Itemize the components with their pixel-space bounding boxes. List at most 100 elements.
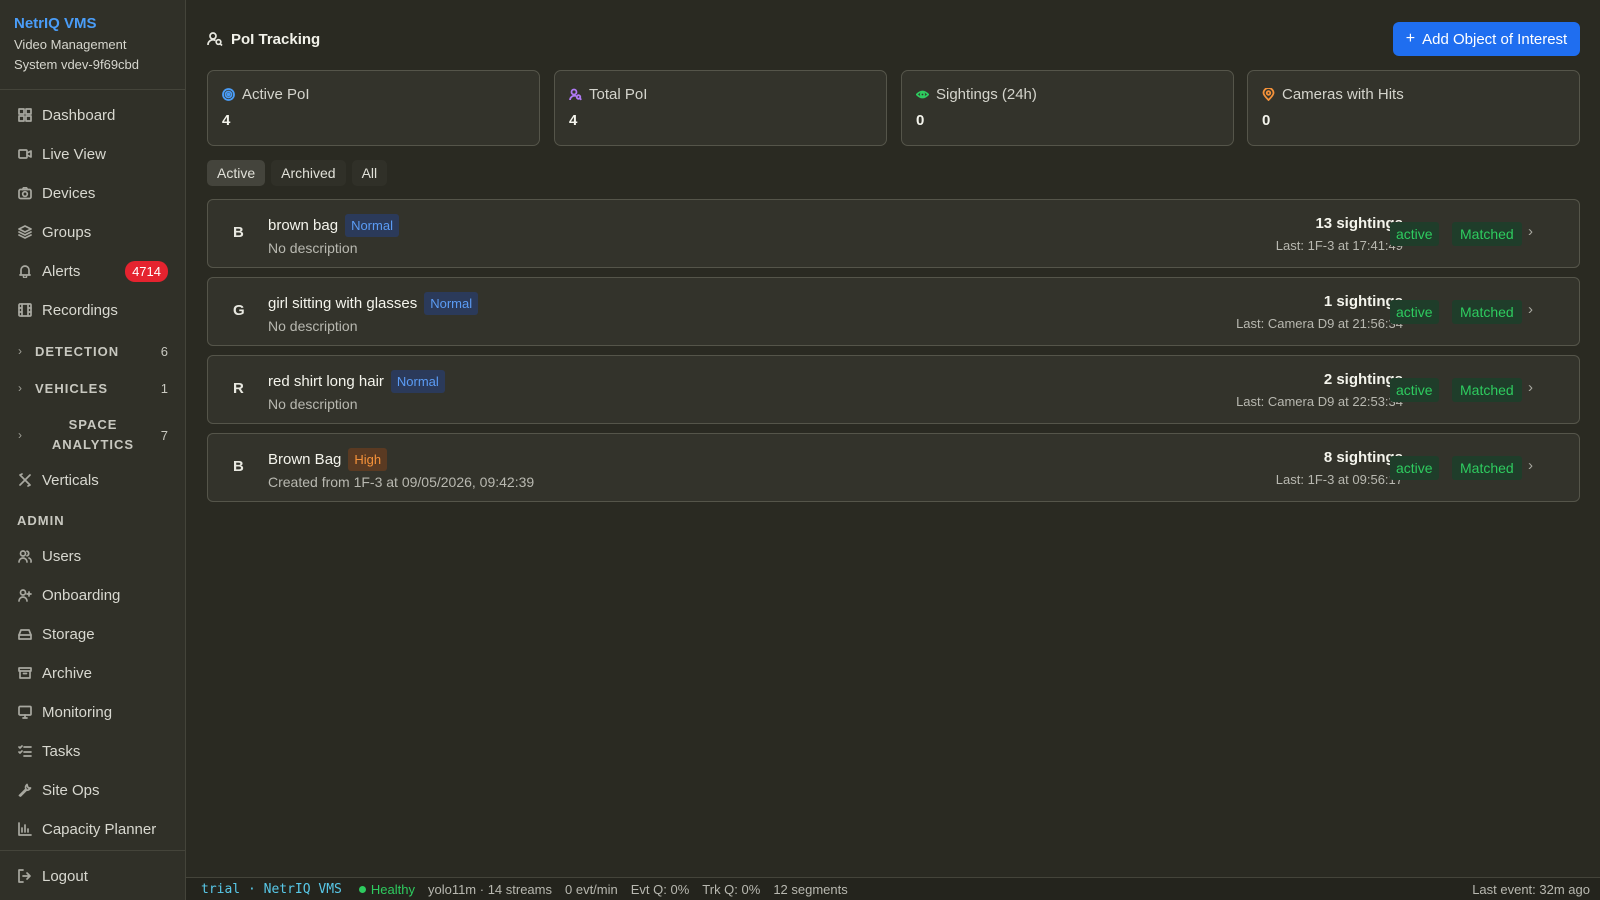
plus-icon: + [1405,30,1416,47]
admin-section-label: ADMIN [17,513,65,528]
event-rate: 0 evt/min [565,881,618,897]
add-object-of-interest-button[interactable]: + Add Object of Interest [1393,22,1580,56]
sidebar-item-alerts[interactable]: Alerts 4714 [0,253,186,289]
map-pin-icon [1262,88,1275,101]
poi-description: No description [268,240,358,256]
sidebar-section-space-analytics[interactable]: › SPACE ANALYTICS 7 [0,413,186,457]
poi-row[interactable]: B Brown Bag High Created from 1F-3 at 09/… [207,433,1580,502]
eye-icon [916,90,929,99]
poi-row[interactable]: R red shirt long hair Normal No descripti… [207,355,1580,424]
poi-name: red shirt long hair [268,373,384,390]
sidebar-item-label: Archive [42,664,93,682]
chevron-right-icon: › [1528,457,1533,474]
sidebar-item-archive[interactable]: Archive [0,655,186,691]
archive-icon [18,666,32,680]
brand-block: NetrIQ VMS Video Management System vdev-… [0,0,185,90]
alerts-count-badge: 4714 [125,260,168,282]
logout-icon [18,869,32,883]
stat-label: Active PoI [242,86,310,103]
poi-row[interactable]: G girl sitting with glasses Normal No des… [207,277,1580,346]
target-icon [222,88,235,101]
stat-value: 0 [1262,112,1271,129]
match-badge: Matched [1452,456,1522,480]
monitor-icon [18,705,32,719]
sidebar-section-detection[interactable]: › DETECTION 6 [0,341,186,361]
last-event: Last event: 32m ago [1472,881,1590,897]
priority-badge: High [348,448,388,471]
logout-button[interactable]: Logout [0,858,186,894]
sidebar-item-label: Live View [42,145,106,163]
tab-all[interactable]: All [351,160,388,186]
sidebar-item-verticals[interactable]: Verticals [0,462,186,498]
poi-name: girl sitting with glasses [268,295,418,312]
last-sighting: Last: 1F-3 at 17:41:49 [1275,238,1403,253]
sidebar-item-monitoring[interactable]: Monitoring [0,694,186,730]
sidebar-item-label: Groups [42,223,92,241]
page-title: PoI Tracking [231,30,321,48]
poi-description: Created from 1F-3 at 09/05/2026, 09:42:3… [268,474,535,490]
status-badge: active [1390,456,1439,480]
health-status: Healthy [358,882,415,897]
chevron-right-icon: › [18,428,23,442]
section-label: SPACE ANALYTICS [51,417,135,452]
sidebar-item-recordings[interactable]: Recordings [0,292,186,328]
poi-description: No description [268,318,358,334]
stat-value: 0 [916,112,925,129]
sidebar-item-users[interactable]: Users [0,538,186,574]
chevron-right-icon: › [1528,223,1533,240]
priority-badge: Normal [424,292,479,315]
section-label: VEHICLES [35,380,109,396]
section-count: 7 [160,427,168,443]
sidebar-item-tasks[interactable]: Tasks [0,733,186,769]
stat-label: Sightings (24h) [936,86,1037,103]
stat-label: Total PoI [589,86,648,103]
sidebar-item-label: Verticals [42,471,99,489]
sidebar-item-label: Dashboard [42,106,116,124]
sidebar-divider [0,850,186,851]
poi-avatar-letter: B [233,224,244,241]
priority-badge: Normal [390,370,445,393]
poi-avatar-letter: G [233,302,245,319]
sidebar-item-site-ops[interactable]: Site Ops [0,772,186,808]
user-plus-icon [18,588,32,602]
status-badge: active [1390,300,1439,324]
status-bar: trial · NetrIQ VMS Healthy yolo11m · 14 … [186,877,1600,900]
dashboard-icon [18,108,32,122]
sidebar-item-label: Onboarding [42,586,121,604]
brand-subtitle: Video Management System vdev-9f69cbd [14,37,140,72]
tab-archived[interactable]: Archived [271,160,346,186]
chevron-right-icon: › [1528,379,1533,396]
video-icon [18,147,32,161]
sidebar: NetrIQ VMS Video Management System vdev-… [0,0,186,900]
chevron-right-icon: › [18,344,23,358]
section-count: 6 [160,343,168,359]
sidebar-item-onboarding[interactable]: Onboarding [0,577,186,613]
stat-card-active-poi: Active PoI 4 [207,70,540,146]
poi-row[interactable]: B brown bag Normal No description 13 sigh… [207,199,1580,268]
sidebar-item-label: Users [42,547,82,565]
section-count: 1 [160,380,168,396]
sidebar-item-label: Recordings [42,301,118,319]
stat-label: Cameras with Hits [1282,86,1404,103]
sidebar-item-devices[interactable]: Devices [0,175,186,211]
film-icon [18,303,32,317]
user-search-icon [207,32,223,47]
priority-badge: Normal [345,214,399,237]
bell-icon [18,264,32,278]
brand-name[interactable]: NetrIQ VMS [14,15,171,32]
last-sighting: Last: 1F-3 at 09:56:17 [1275,472,1403,487]
tracker-queue: Trk Q: 0% [702,881,761,897]
tab-active[interactable]: Active [207,160,266,186]
chevron-right-icon: › [18,381,23,395]
sidebar-item-dashboard[interactable]: Dashboard [0,97,186,133]
sidebar-item-capacity-planner[interactable]: Capacity Planner [0,811,186,847]
sidebar-section-vehicles[interactable]: › VEHICLES 1 [0,378,186,398]
poi-avatar-letter: B [233,458,244,475]
wrench-icon [18,783,32,797]
user-search-icon [569,88,582,101]
sidebar-item-label: Storage [42,625,95,643]
sidebar-item-live-view[interactable]: Live View [0,136,186,172]
poi-name: brown bag [268,217,339,234]
sidebar-item-storage[interactable]: Storage [0,616,186,652]
sidebar-item-groups[interactable]: Groups [0,214,186,250]
